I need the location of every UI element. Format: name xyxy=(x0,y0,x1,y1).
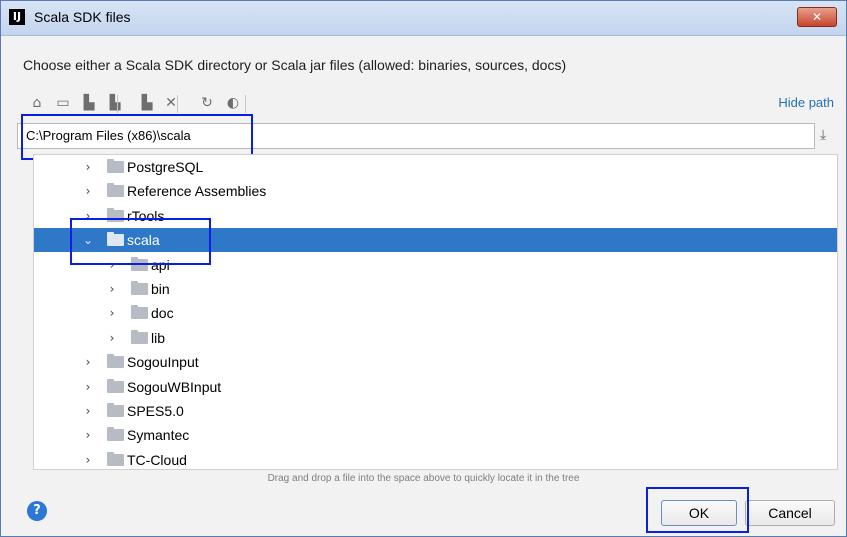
tree-item-label: scala xyxy=(127,232,160,249)
folder-icon xyxy=(131,305,148,320)
file-tree[interactable]: › TC-Cloud › Symantec › SPES5.0 › SogouWBInput ›… xyxy=(33,154,838,470)
tree-item-api[interactable]: › api xyxy=(34,253,837,277)
folder-icon xyxy=(107,232,124,247)
tree-item-label: TC-Cloud xyxy=(127,451,187,468)
toolbar-separator xyxy=(177,95,178,113)
folder-icon xyxy=(107,378,124,393)
cancel-button[interactable]: Cancel xyxy=(745,500,835,526)
folder-icon xyxy=(131,256,148,271)
tree-item-spes5-0[interactable]: › SPES5.0 xyxy=(34,399,837,423)
chevron-right-icon[interactable]: › xyxy=(81,427,95,443)
chevron-right-icon[interactable]: › xyxy=(105,305,119,321)
chevron-right-icon[interactable]: › xyxy=(105,281,119,297)
tree-item-sogouwbinput[interactable]: › SogouWBInput xyxy=(34,375,837,399)
chevron-right-icon[interactable]: › xyxy=(81,452,95,468)
hide-path-link[interactable]: Hide path xyxy=(778,95,834,110)
desktop-icon[interactable]: ▭ xyxy=(53,93,73,113)
module-folder-icon[interactable]: ▙ xyxy=(105,93,125,113)
title-bar[interactable]: IJ Scala SDK files ✕ xyxy=(1,1,846,36)
tree-item-label: rTools xyxy=(127,207,165,224)
folder-icon xyxy=(107,183,124,198)
tree-item-label: doc xyxy=(151,305,174,322)
tree-item-label: PostgreSQL xyxy=(127,159,204,175)
dialog-window: IJ Scala SDK files ✕ Choose either a Sca… xyxy=(0,0,847,537)
chevron-right-icon[interactable]: › xyxy=(81,403,95,419)
folder-icon xyxy=(131,281,148,295)
tree-item-label: SPES5.0 xyxy=(127,403,184,419)
tree-item-doc[interactable]: › doc xyxy=(34,301,837,325)
chevron-right-icon[interactable]: › xyxy=(81,379,95,395)
tree-item-reference-assemblies[interactable]: › Reference Assemblies xyxy=(34,179,837,203)
tree-item-symantec[interactable]: › Symantec xyxy=(34,423,837,447)
tree-item-label: lib xyxy=(151,329,166,346)
folder-icon xyxy=(107,207,124,222)
tree-item-bin[interactable]: › bin xyxy=(34,277,837,301)
tree-item-postgresql[interactable]: › PostgreSQL xyxy=(34,155,837,179)
toolbar-separator xyxy=(245,95,246,113)
toolbar-separator xyxy=(117,95,118,113)
tree-item-label: api xyxy=(151,256,170,273)
tree-item-scala[interactable]: ⌄ scala xyxy=(34,228,837,253)
chevron-down-icon[interactable]: ⌄ xyxy=(81,232,95,248)
folder-icon xyxy=(107,451,124,466)
folder-icon xyxy=(131,329,148,344)
refresh-icon[interactable]: ↻ xyxy=(197,93,217,113)
folder-icon xyxy=(107,427,124,442)
path-field[interactable] xyxy=(17,123,815,149)
chevron-right-icon[interactable]: › xyxy=(81,183,95,199)
download-icon[interactable]: ⤓ xyxy=(820,127,826,143)
tree-item-label: bin xyxy=(151,281,170,297)
tree-item-label: Reference Assemblies xyxy=(127,183,267,200)
chevron-right-icon[interactable]: › xyxy=(81,354,95,370)
ok-button[interactable]: OK xyxy=(661,500,737,526)
chevron-right-icon[interactable]: › xyxy=(105,330,119,346)
path-input[interactable] xyxy=(18,124,806,146)
folder-icon xyxy=(107,159,124,173)
show-hidden-icon[interactable]: ◐ xyxy=(223,93,243,113)
tree-item-tc-cloud[interactable]: › TC-Cloud xyxy=(34,448,837,469)
tree-item-lib[interactable]: › lib xyxy=(34,326,837,350)
new-folder-icon[interactable]: ▙ xyxy=(137,93,157,113)
dialog-description: Choose either a Scala SDK directory or S… xyxy=(23,57,567,73)
drag-drop-hint: Drag and drop a file into the space abov… xyxy=(267,473,580,484)
help-icon[interactable]: ? xyxy=(27,501,47,521)
tree-item-label: SogouInput xyxy=(127,354,199,371)
chevron-right-icon[interactable]: › xyxy=(105,257,119,273)
project-folder-icon[interactable]: ▙ xyxy=(79,93,99,113)
chevron-right-icon[interactable]: › xyxy=(81,159,95,175)
folder-icon xyxy=(107,403,124,417)
tree-item-label: SogouWBInput xyxy=(127,378,222,395)
intellij-icon: IJ xyxy=(9,9,25,25)
tree-item-label: Symantec xyxy=(127,427,190,444)
tree-item-rtools[interactable]: › rTools xyxy=(34,204,837,228)
folder-icon xyxy=(107,354,124,369)
window-title: Scala SDK files xyxy=(34,9,131,25)
tree-item-sogouinput[interactable]: › SogouInput xyxy=(34,350,837,374)
close-button[interactable]: ✕ xyxy=(797,7,837,27)
delete-icon[interactable]: ✕ xyxy=(161,93,181,113)
home-icon[interactable]: ⌂ xyxy=(27,93,47,113)
chevron-right-icon[interactable]: › xyxy=(81,208,95,224)
